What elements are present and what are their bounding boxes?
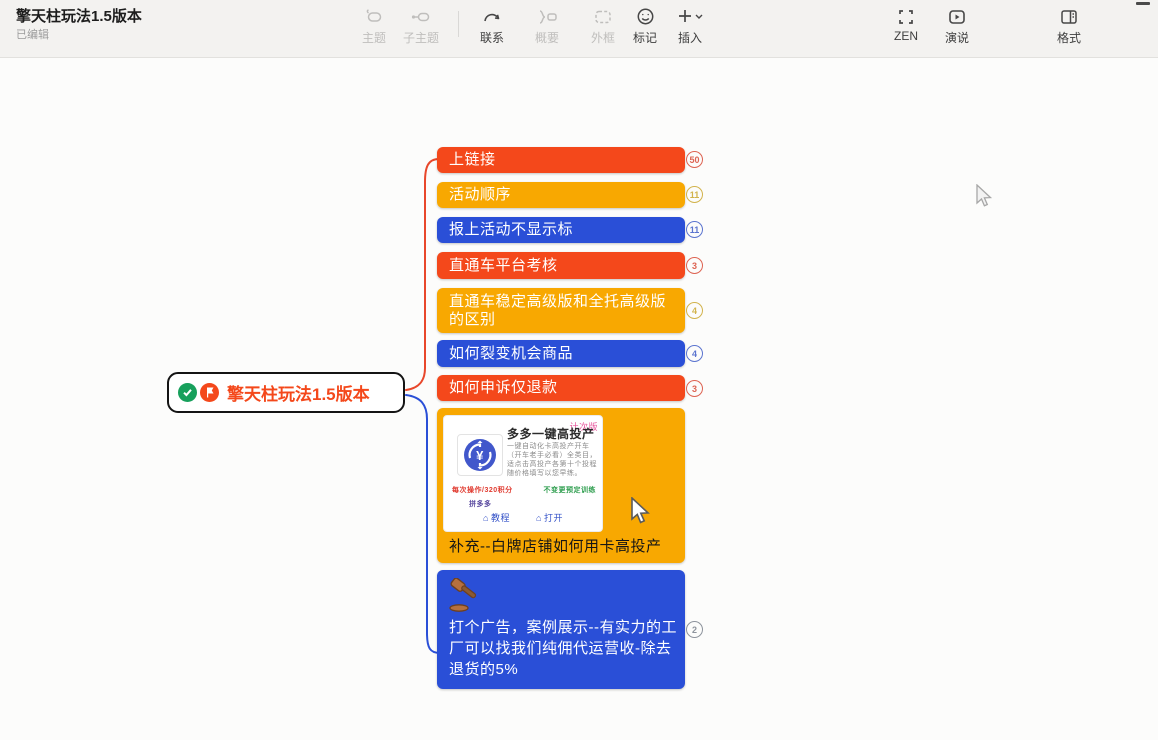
topic-label: 补充--白牌店铺如何用卡高投产 <box>449 538 662 556</box>
topic-label: 打个广告，案例展示--有实力的工厂可以找我们纯佣代运营收-除去退货的5% <box>449 617 677 680</box>
svg-text:¥: ¥ <box>476 448 484 463</box>
root-topic[interactable]: 擎天柱玩法1.5版本 <box>167 372 405 413</box>
tool-zen[interactable]: ZEN <box>878 6 934 43</box>
tool-label: ZEN <box>878 29 934 43</box>
card-description: 一键自动化卡高投产开车（开车老手必看）全类目，适点击高投产各第十个投程随价格填写… <box>507 442 599 478</box>
topic-label: 报上活动不显示标 <box>449 221 573 239</box>
topic-node[interactable]: 上链接 <box>437 147 685 173</box>
yuan-refresh-icon: ¥ <box>462 437 498 473</box>
root-topic-label: 擎天柱玩法1.5版本 <box>227 380 370 405</box>
play-icon <box>929 6 985 27</box>
document-status: 已编辑 <box>16 26 49 42</box>
tool-insert[interactable]: 插入 <box>662 6 718 46</box>
topic-node-ad[interactable]: 打个广告，案例展示--有实力的工厂可以找我们纯佣代运营收-除去退货的5% <box>437 570 685 689</box>
topic-label: 直通车稳定高级版和全托高级版的区别 <box>449 293 673 329</box>
house-icon: ⌂ <box>483 509 489 527</box>
topic-label: 直通车平台考核 <box>449 257 558 275</box>
plugin-icon-box: ¥ <box>457 434 503 476</box>
card-title: 多多一键高投产 <box>507 425 595 443</box>
toolbar-divider <box>458 11 459 37</box>
house-icon: ⌂ <box>536 509 542 527</box>
topic-label: 活动顺序 <box>449 186 511 204</box>
task-done-check-icon[interactable] <box>178 383 197 402</box>
embedded-plugin-card[interactable]: 计次版 ¥ 多多一键高投产 一键自动化卡高投产开车（开车老手必看）全类目，适点击… <box>443 415 603 532</box>
ghost-cursor-icon <box>974 184 994 210</box>
tool-subtopic[interactable]: 子主题 <box>393 6 449 46</box>
relationship-icon <box>464 6 520 27</box>
subtopic-count-badge[interactable]: 50 <box>686 151 703 168</box>
tool-summary[interactable]: 概要 <box>519 6 575 46</box>
toolbar: 擎天柱玩法1.5版本 已编辑 主题 子主题 <box>0 0 1158 58</box>
topic-node[interactable]: 直通车平台考核 <box>437 252 685 279</box>
card-actions: ⌂教程 ⌂打开 <box>444 509 602 527</box>
app-window: 擎天柱玩法1.5版本 已编辑 主题 子主题 <box>0 0 1158 740</box>
topic-node[interactable]: 直通车稳定高级版和全托高级版的区别 <box>437 288 685 333</box>
topic-node[interactable]: 报上活动不显示标 <box>437 217 685 243</box>
card-tutorial-link[interactable]: ⌂教程 <box>483 509 510 527</box>
subtopic-count-badge[interactable]: 2 <box>686 621 703 638</box>
card-tutorial-label: 教程 <box>491 509 510 527</box>
subtopic-count-badge[interactable]: 4 <box>686 345 703 362</box>
insert-plus-icon <box>662 6 718 27</box>
topic-node-supplement[interactable]: 计次版 ¥ 多多一键高投产 一键自动化卡高投产开车（开车老手必看）全类目，适点击… <box>437 408 685 563</box>
tool-format[interactable]: 格式 <box>1041 6 1097 46</box>
topic-node[interactable]: 活动顺序 <box>437 182 685 208</box>
tool-label: 子主题 <box>393 29 449 46</box>
tool-label: 概要 <box>519 29 575 46</box>
tool-label: 演说 <box>929 29 985 46</box>
subtopic-count-badge[interactable]: 3 <box>686 257 703 274</box>
tool-relationship[interactable]: 联系 <box>464 6 520 46</box>
summary-icon <box>519 6 575 27</box>
card-stat-right: 不变更预定训练 <box>544 482 597 500</box>
subtopic-count-badge[interactable]: 3 <box>686 380 703 397</box>
zen-brackets-icon <box>878 6 934 27</box>
tool-label: 联系 <box>464 29 520 46</box>
tool-label: 格式 <box>1041 29 1097 46</box>
topic-label: 上链接 <box>449 151 496 169</box>
flag-icon[interactable] <box>200 383 219 402</box>
document-title: 擎天柱玩法1.5版本 <box>16 5 142 26</box>
topic-node[interactable]: 如何裂变机会商品 <box>437 340 685 367</box>
topic-label: 如何申诉仅退款 <box>449 379 558 397</box>
gavel-icon <box>448 578 486 614</box>
tool-label: 插入 <box>662 29 718 46</box>
topic-label: 如何裂变机会商品 <box>449 345 573 363</box>
window-minimize-icon[interactable] <box>1136 2 1150 5</box>
format-panel-icon <box>1041 6 1097 27</box>
card-open-link[interactable]: ⌂打开 <box>536 509 563 527</box>
subtopic-icon <box>393 6 449 27</box>
card-open-label: 打开 <box>544 509 563 527</box>
subtopic-count-badge[interactable]: 4 <box>686 302 703 319</box>
subtopic-count-badge[interactable]: 11 <box>686 186 703 203</box>
tool-present[interactable]: 演说 <box>929 6 985 46</box>
subtopic-count-badge[interactable]: 11 <box>686 221 703 238</box>
topic-node[interactable]: 如何申诉仅退款 <box>437 375 685 401</box>
